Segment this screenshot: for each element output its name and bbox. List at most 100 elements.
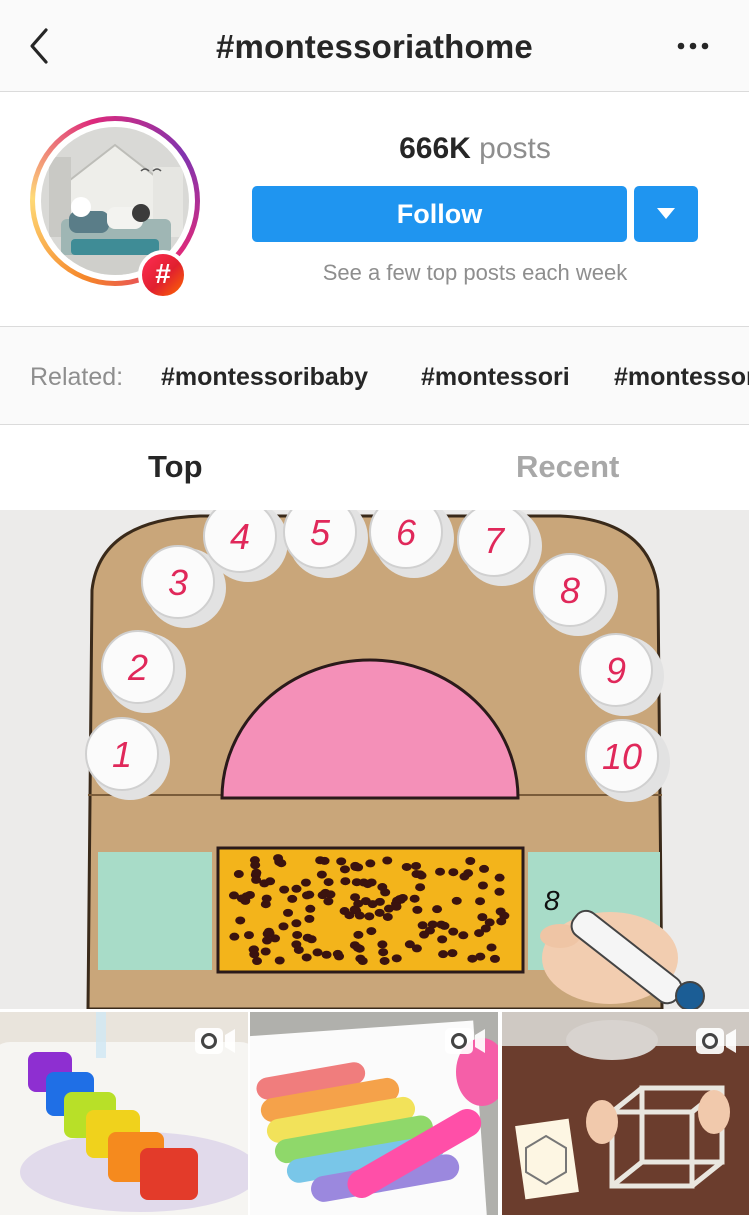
bean	[357, 957, 368, 966]
bean	[301, 953, 312, 962]
bean	[261, 894, 272, 903]
bean	[451, 896, 462, 905]
bean	[323, 897, 334, 906]
bean	[459, 872, 470, 881]
bean	[486, 943, 497, 952]
video-camera-icon	[445, 1028, 485, 1054]
bean	[291, 940, 302, 949]
bean	[350, 893, 361, 902]
bean	[475, 952, 486, 961]
cup-number-label: 10	[602, 736, 642, 777]
more-options-button[interactable]	[676, 32, 710, 60]
dropdown-caret-icon	[657, 208, 675, 219]
related-tag-montessori[interactable]: #montessori	[421, 363, 570, 392]
post-thumbnail-paint-strokes[interactable]	[250, 1012, 498, 1215]
cup-number-label: 5	[310, 512, 331, 553]
bean	[279, 885, 290, 894]
bean	[377, 940, 388, 949]
bean	[353, 930, 364, 939]
bean	[382, 856, 393, 865]
follow-button[interactable]: Follow	[252, 186, 627, 242]
bean	[340, 877, 351, 886]
bean	[479, 864, 490, 873]
bean	[304, 890, 315, 899]
post-thumbnail-rainbow-blocks[interactable]	[0, 1012, 248, 1215]
bean	[448, 927, 459, 936]
tab-recent[interactable]: Recent	[516, 449, 619, 485]
bean	[248, 945, 259, 954]
bean	[274, 956, 285, 965]
related-tag-montessoribaby[interactable]: #montessoribaby	[161, 363, 368, 392]
bean	[366, 927, 377, 936]
related-tag-truncated[interactable]: #montessori	[614, 363, 749, 392]
bean	[367, 900, 378, 909]
bean	[336, 857, 347, 866]
bean	[305, 904, 316, 913]
bean	[263, 927, 274, 936]
bean	[273, 854, 284, 863]
bean	[235, 916, 246, 925]
bean	[362, 880, 373, 889]
bean	[415, 883, 426, 892]
hashtag-profile: # 666K posts Follow See a few top posts …	[0, 92, 749, 326]
bean	[364, 912, 375, 921]
top-bar: #montessoriathome	[0, 0, 749, 92]
bean	[489, 954, 500, 963]
bean	[397, 893, 408, 902]
bean	[447, 949, 458, 958]
bean	[495, 907, 506, 916]
related-hashtags-bar: Related: #montessoribaby #montessori #mo…	[0, 326, 749, 425]
bean	[477, 881, 488, 890]
bean	[350, 862, 361, 871]
hashtag-badge-icon: #	[138, 250, 188, 300]
bean	[437, 935, 448, 944]
bean	[283, 908, 294, 917]
posts-label: posts	[479, 132, 551, 165]
bean	[304, 914, 315, 923]
bean	[438, 950, 449, 959]
cup-number-label: 3	[168, 562, 188, 603]
bean	[475, 897, 486, 906]
bean	[494, 887, 505, 896]
follow-options-button[interactable]	[634, 186, 698, 242]
bean	[320, 888, 331, 897]
bean	[339, 865, 350, 874]
bean	[332, 949, 343, 958]
feed-tabs: Top Recent	[0, 425, 749, 510]
bean	[252, 957, 263, 966]
bean	[436, 920, 447, 929]
bean	[291, 919, 302, 928]
bean	[291, 884, 302, 893]
post-thumbnail-stick-cube[interactable]	[502, 1012, 749, 1215]
page-title: #montessoriathome	[216, 28, 533, 65]
bean	[278, 922, 289, 931]
bean	[494, 873, 505, 882]
bean	[411, 861, 422, 870]
bean	[432, 905, 443, 914]
bean	[312, 948, 323, 957]
cup-number-label: 8	[560, 570, 580, 611]
posts-count-line: 666K posts	[252, 132, 698, 166]
cup-number-label: 2	[127, 647, 148, 688]
bean	[339, 907, 350, 916]
video-camera-icon	[696, 1028, 736, 1054]
bean	[365, 859, 376, 868]
bean	[354, 911, 365, 920]
bean	[435, 867, 446, 876]
bean	[404, 940, 415, 949]
bean	[300, 878, 311, 887]
tab-top[interactable]: Top	[148, 449, 203, 485]
bean	[236, 894, 247, 903]
bean	[465, 857, 476, 866]
cup-number-label: 1	[112, 734, 132, 775]
bean	[409, 894, 420, 903]
bean	[496, 917, 507, 926]
bean	[427, 920, 438, 929]
bean	[401, 862, 412, 871]
more-dots-icon	[677, 42, 709, 50]
cup-number-label: 6	[396, 512, 417, 553]
posts-count: 666K	[399, 132, 471, 165]
bean	[416, 871, 427, 880]
featured-post[interactable]: 1 2 3 4 5 6 7 8 9 10 8	[0, 510, 749, 1009]
bean	[292, 930, 303, 939]
